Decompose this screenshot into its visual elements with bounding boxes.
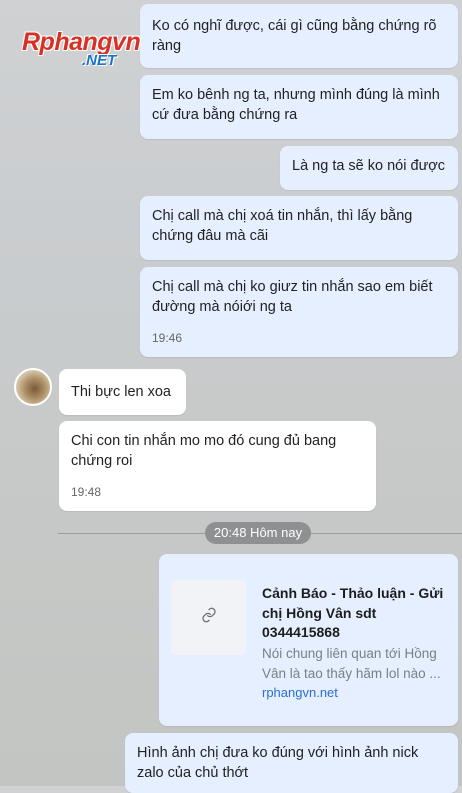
- message-bubble-sent[interactable]: Chị call mà chị ko giưz tin nhắn sao em …: [140, 267, 458, 357]
- link-thumbnail: [171, 580, 246, 655]
- link-title[interactable]: Cảnh Báo - Thảo luận - Gửi chị Hồng Vân …: [262, 584, 448, 643]
- message-time: 19:46: [152, 331, 183, 345]
- message-bubble-sent[interactable]: Hình ảnh chị đưa ko đúng với hình ảnh ni…: [125, 733, 458, 793]
- message-text: Ko có nghĩ được, cái gì cũng bằng chứng …: [152, 18, 437, 54]
- message-text: Là ng ta sẽ ko nói được: [292, 158, 446, 174]
- message-text: Thi bực len xoa: [71, 384, 171, 400]
- message-text: Em ko bênh ng ta, nhưng mình đúng là mìn…: [152, 87, 440, 123]
- message-bubble-sent[interactable]: Ko có nghĩ được, cái gì cũng bằng chứng …: [140, 4, 458, 68]
- message-bubble-sent[interactable]: Là ng ta sẽ ko nói được: [280, 146, 458, 190]
- message-text: Hình ảnh chị đưa ko đúng với hình ảnh ni…: [137, 745, 419, 781]
- message-bubble-sent[interactable]: Em ko bênh ng ta, nhưng mình đúng là mìn…: [140, 75, 458, 139]
- message-bubble-received[interactable]: Chi con tin nhắn mo mo đó cung đủ bang c…: [59, 421, 376, 511]
- time-divider-label: 20:48 Hôm nay: [205, 522, 311, 544]
- message-text: Chị call mà chị ko giưz tin nhắn sao em …: [152, 279, 433, 315]
- link-description: Nói chung liên quan tới Hồng Vân là tao …: [262, 646, 441, 681]
- message-text: Chi con tin nhắn mo mo đó cung đủ bang c…: [71, 433, 337, 469]
- link-preview-card[interactable]: Cảnh Báo - Thảo luận - Gửi chị Hồng Vân …: [159, 554, 458, 726]
- message-bubble-received[interactable]: Thi bực len xoa: [59, 369, 186, 415]
- message-bubble-sent[interactable]: Chị call mà chị xoá tin nhắn, thì lấy bằ…: [140, 196, 458, 260]
- message-time: 19:48: [71, 485, 102, 499]
- link-domain[interactable]: rphangvn.net: [262, 685, 338, 700]
- avatar[interactable]: [14, 368, 52, 406]
- link-icon: [201, 607, 217, 628]
- message-text: Chị call mà chị xoá tin nhắn, thì lấy bằ…: [152, 208, 413, 244]
